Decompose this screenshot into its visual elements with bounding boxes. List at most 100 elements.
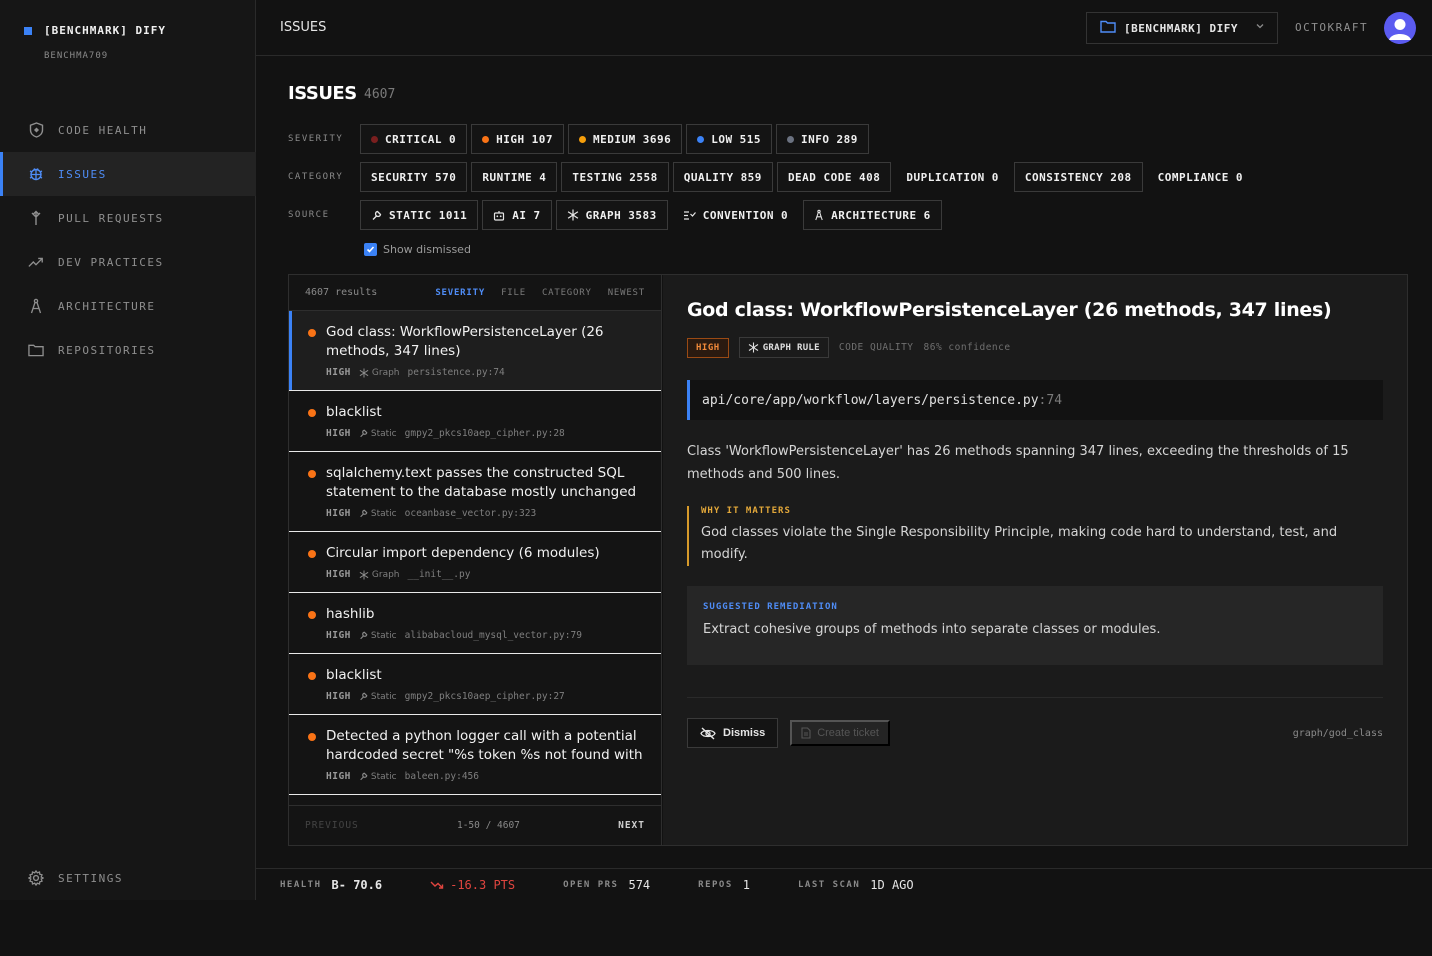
chip-label: TESTING xyxy=(572,170,623,184)
severity-chip-info[interactable]: INFO 289 xyxy=(775,124,869,154)
create-ticket-button[interactable]: Create ticket xyxy=(790,720,890,746)
graph-icon xyxy=(567,209,579,221)
category-chip-testing[interactable]: TESTING 2558 xyxy=(561,162,669,192)
source-chip-convention[interactable]: CONVENTION 0 xyxy=(672,200,799,230)
item-source-label: Static xyxy=(370,691,397,702)
show-dismissed-label: Show dismissed xyxy=(383,243,471,256)
sidebar-item-dev-practices[interactable]: DEV PRACTICES xyxy=(0,240,256,284)
category-chip-runtime[interactable]: RUNTIME 4 xyxy=(471,162,558,192)
sidebar-item-issues[interactable]: ISSUES xyxy=(0,152,256,196)
source-chip-graph[interactable]: GRAPH 3583 xyxy=(555,200,668,230)
item-title: Circular import dependency (6 modules) xyxy=(326,545,600,561)
item-meta: HIGH Static oceanbase_vector.py:323 xyxy=(326,508,645,519)
sort-category[interactable]: CATEGORY xyxy=(542,288,592,298)
merge-icon xyxy=(28,210,44,226)
severity-dot xyxy=(308,550,316,558)
last-scan-value: 1D AGO xyxy=(870,877,914,892)
filter-label: CATEGORY xyxy=(288,172,344,182)
category-chip-duplication[interactable]: DUPLICATION 0 xyxy=(895,162,1009,192)
list-item[interactable]: Detected a python logger call with a pot… xyxy=(289,715,661,795)
detail-tags: HIGH GRAPH RULE CODE QUALITY 86% confide… xyxy=(687,337,1383,358)
stat-label: LAST SCAN xyxy=(798,879,861,890)
sidebar-item-code-health[interactable]: CODE HEALTH xyxy=(0,108,256,152)
severity-dot xyxy=(308,409,316,417)
list-item[interactable]: blacklist HIGH Static gmpy2_pkcs10aep_ciphe… xyxy=(289,654,661,715)
chevron-down-icon xyxy=(1255,21,1265,34)
previous-button[interactable]: PREVIOUS xyxy=(305,820,359,831)
chip-label: QUALITY xyxy=(683,170,734,184)
page-indicator: 1-50 / 4607 xyxy=(456,820,520,831)
item-title: blacklist xyxy=(326,667,382,683)
category-chip-dead-code[interactable]: DEAD CODE 408 xyxy=(776,162,892,192)
list-item[interactable]: Circular import dependency (6 modules) HI… xyxy=(289,532,661,593)
repo-selector[interactable]: [BENCHMARK] DIFY xyxy=(1086,12,1278,44)
sidebar-item-architecture[interactable]: ARCHITECTURE xyxy=(0,284,256,328)
chip-count: 4 xyxy=(539,170,547,184)
chip-count: 0 xyxy=(991,170,999,184)
item-severity: HIGH xyxy=(326,569,351,580)
severity-chip-critical[interactable]: CRITICAL 0 xyxy=(360,124,468,154)
sort-file[interactable]: FILE xyxy=(501,288,526,298)
sidebar-item-pull-requests[interactable]: PULL REQUESTS xyxy=(0,196,256,240)
item-severity: HIGH xyxy=(326,771,351,782)
item-source-label: Graph xyxy=(371,367,400,378)
list-item[interactable]: God class: WorkflowPersistenceLayer (26 … xyxy=(289,311,661,391)
chip-label: CONSISTENCY xyxy=(1024,170,1104,184)
last-scan-stat: LAST SCAN 1D AGO xyxy=(798,878,914,892)
sort-newest[interactable]: NEWEST xyxy=(608,288,645,298)
item-file: persistence.py:74 xyxy=(407,367,505,378)
health-delta: -16.3 PTS xyxy=(430,878,515,892)
trending-down-icon xyxy=(430,881,444,889)
list-item[interactable]: hashlib HIGH Static alibabacloud_mysql_vect… xyxy=(289,593,661,654)
sidebar-item-label: ARCHITECTURE xyxy=(58,299,156,313)
category-chip-quality[interactable]: QUALITY 859 xyxy=(672,162,773,192)
chip-count: 208 xyxy=(1110,170,1132,184)
severity-chip-medium[interactable]: MEDIUM 3696 xyxy=(567,124,683,154)
category-chip-consistency[interactable]: CONSISTENCY 208 xyxy=(1013,162,1143,192)
results-count: 4607 results xyxy=(305,287,378,298)
category-chip-security[interactable]: SECURITY 570 xyxy=(360,162,468,192)
chip-count: 0 xyxy=(780,208,789,222)
item-file: oceanbase_vector.py:323 xyxy=(404,508,537,519)
severity-dot xyxy=(308,470,316,478)
dismiss-button[interactable]: Dismiss xyxy=(687,718,779,748)
category-chip-compliance[interactable]: COMPLIANCE 0 xyxy=(1147,162,1254,192)
source-chip-static[interactable]: STATIC 1011 xyxy=(360,200,479,230)
remediation-text: Extract cohesive groups of methods into … xyxy=(703,622,1161,637)
source-chip-ai[interactable]: AI 7 xyxy=(482,200,552,230)
brand[interactable]: [BENCHMARK] DIFY BENCHMA709 xyxy=(24,24,166,61)
repos-stat: REPOS 1 xyxy=(698,878,750,892)
source-chip-architecture[interactable]: ARCHITECTURE 6 xyxy=(803,200,942,230)
severity-dot xyxy=(578,135,586,143)
org-name[interactable]: OCTOKRAFT xyxy=(1295,21,1368,34)
avatar[interactable] xyxy=(1384,12,1416,44)
severity-chip-low[interactable]: LOW 515 xyxy=(686,124,772,154)
show-dismissed-toggle[interactable]: Show dismissed xyxy=(364,243,471,256)
item-title: sqlalchemy.text passes the constructed S… xyxy=(326,465,637,500)
list-item[interactable]: blacklist HIGH Static gmpy2_pkcs10aep_ciphe… xyxy=(289,391,661,452)
checkbox[interactable] xyxy=(364,243,377,256)
open-prs-value: 574 xyxy=(628,877,651,892)
remediation-heading: SUGGESTED REMEDIATION xyxy=(703,602,838,612)
file-path[interactable]: api/core/app/workflow/layers/persistence… xyxy=(687,380,1383,420)
wrench-icon xyxy=(359,631,368,640)
item-file: gmpy2_pkcs10aep_cipher.py:27 xyxy=(404,691,565,702)
next-button[interactable]: NEXT xyxy=(618,820,645,831)
list-item[interactable]: sqlalchemy.text passes the constructed S… xyxy=(289,452,661,532)
why-text: God classes violate the Single Responsib… xyxy=(701,525,1338,562)
item-severity: HIGH xyxy=(326,367,351,378)
chip-count: 515 xyxy=(739,132,761,146)
page-count: 4607 xyxy=(364,87,396,102)
severity-chip-high[interactable]: HIGH 107 xyxy=(471,124,564,154)
wrench-icon xyxy=(359,509,368,518)
health-stat: HEALTH B- 70.6 xyxy=(280,878,382,892)
sidebar-item-repositories[interactable]: REPOSITORIES xyxy=(0,328,256,372)
chip-label: STATIC xyxy=(389,208,432,222)
list-check-icon xyxy=(683,210,696,221)
chip-count: 107 xyxy=(531,132,553,146)
detail-actions: Dismiss Create ticket graph/god_class xyxy=(687,697,1383,748)
item-source-label: Static xyxy=(370,630,397,641)
graph-icon xyxy=(359,569,369,580)
sort-severity[interactable]: SEVERITY xyxy=(435,288,485,298)
sidebar-item-settings[interactable]: SETTINGS xyxy=(0,856,256,900)
